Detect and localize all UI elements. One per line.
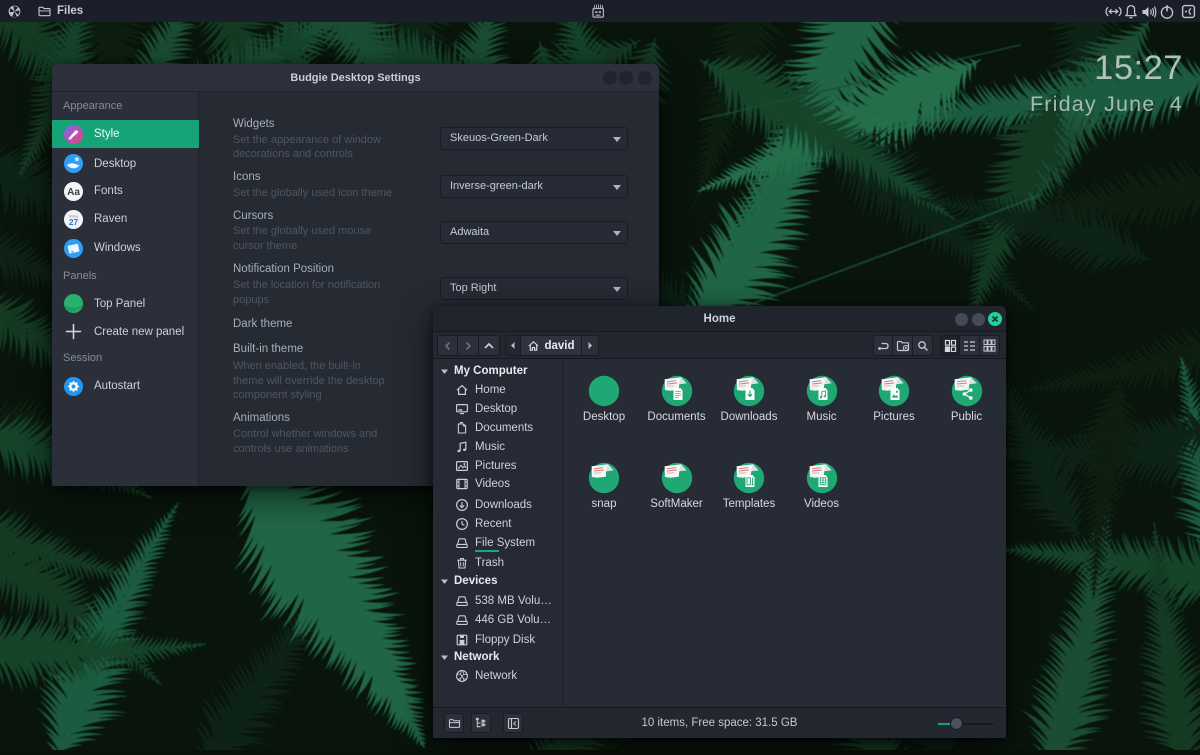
svg-text:Aa: Aa xyxy=(67,187,80,198)
svg-text:27: 27 xyxy=(69,216,79,226)
